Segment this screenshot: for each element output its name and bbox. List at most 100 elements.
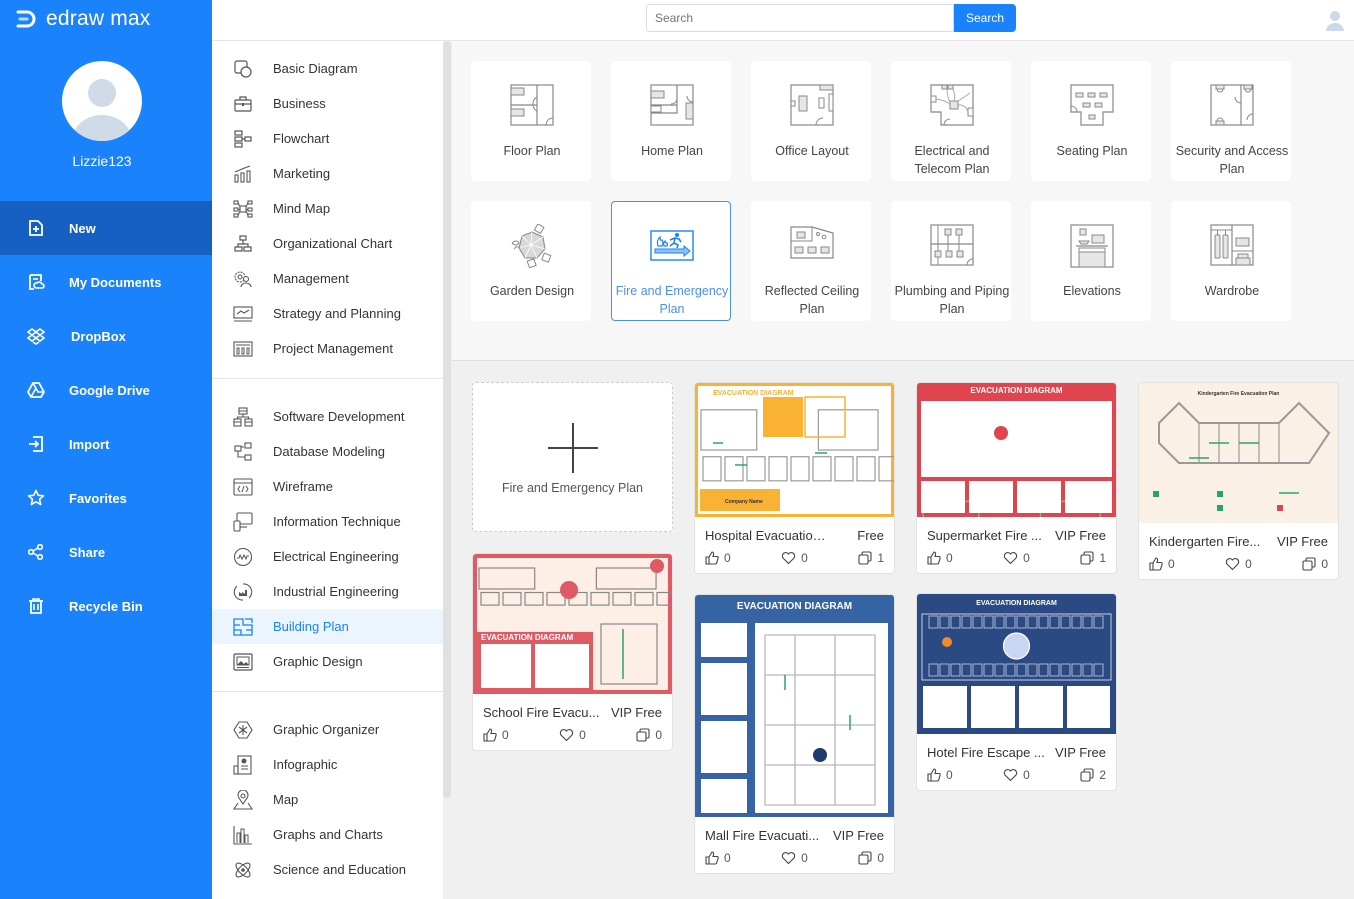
category-organizational-chart[interactable]: Organizational Chart (212, 226, 451, 261)
favorite-button[interactable]: 0 (781, 551, 808, 565)
type-card-security-and-access-plan[interactable]: Security and Access Plan (1171, 61, 1291, 181)
category-building-plan[interactable]: Building Plan (212, 609, 451, 644)
copy-icon (1302, 557, 1316, 571)
user-avatar[interactable] (62, 61, 142, 141)
category-map[interactable]: Map (212, 782, 451, 817)
category-infographic[interactable]: Infographic (212, 747, 451, 782)
category-label: Mind Map (273, 201, 331, 216)
sidebar-item-import[interactable]: Import (0, 417, 212, 471)
type-card-plumbing-and-piping-plan[interactable]: Plumbing and Piping Plan (891, 201, 1011, 321)
search-input[interactable] (646, 4, 954, 32)
category-marketing[interactable]: Marketing (212, 156, 451, 191)
like-button[interactable]: 0 (705, 851, 731, 865)
type-card-garden-design[interactable]: Garden Design (471, 201, 591, 321)
category-basic-diagram[interactable]: Basic Diagram (212, 51, 451, 86)
like-button[interactable]: 0 (1149, 557, 1175, 571)
category-flowchart[interactable]: Flowchart (212, 121, 451, 156)
category-information-technique[interactable]: Information Technique (212, 504, 451, 539)
favorite-button[interactable]: 0 (781, 851, 808, 865)
duplicate-button[interactable]: 1 (858, 551, 884, 565)
favorite-button[interactable]: 0 (1225, 557, 1252, 571)
type-card-home-plan[interactable]: Home Plan (611, 61, 731, 181)
type-card-electrical-and-telecom-plan[interactable]: Electrical and Telecom Plan (891, 61, 1011, 181)
template-card-hotel-fire-escape[interactable]: EVACUATION DIAGRAM Hotel Fire Escape ...… (916, 593, 1117, 791)
type-card-floor-plan[interactable]: Floor Plan (471, 61, 591, 181)
favorite-button[interactable]: 0 (1003, 551, 1030, 565)
category-label: Electrical Engineering (273, 549, 399, 564)
template-thumbnail[interactable]: EVACUATION DIAGRAM Company Name (695, 383, 894, 517)
sidebar-item-new[interactable]: New (0, 201, 212, 255)
category-label: Science and Education (273, 862, 406, 877)
favorite-count: 0 (1023, 551, 1030, 565)
category-strategy-and-planning[interactable]: Strategy and Planning (212, 296, 451, 331)
category-graphs-and-charts[interactable]: Graphs and Charts (212, 817, 451, 852)
category-mind-map[interactable]: Mind Map (212, 191, 451, 226)
template-thumbnail[interactable]: EVACUATION DIAGRAM (695, 595, 894, 817)
sidebar-item-recycle-bin[interactable]: Recycle Bin (0, 579, 212, 633)
like-button[interactable]: 0 (705, 551, 731, 565)
template-card-hospital-evacuation-l[interactable]: EVACUATION DIAGRAM Company Name Hospital… (694, 382, 895, 574)
like-count: 0 (724, 851, 731, 865)
type-card-seating-plan[interactable]: Seating Plan (1031, 61, 1151, 181)
template-thumbnail[interactable]: EVACUATION DIAGRAM (917, 383, 1116, 517)
template-thumbnail[interactable]: EVACUATION DIAGRAM (917, 594, 1116, 734)
category-industrial-engineering[interactable]: Industrial Engineering (212, 574, 451, 609)
copy-icon (1080, 768, 1094, 782)
type-card-label: Home Plan (641, 144, 703, 158)
duplicate-button[interactable]: 0 (858, 851, 884, 865)
like-button[interactable]: 0 (483, 728, 509, 742)
category-scrollbar-thumb[interactable] (443, 41, 451, 798)
search-button[interactable]: Search (954, 4, 1016, 32)
template-card-supermarket-fire[interactable]: EVACUATION DIAGRAM Supermarket Fire ... … (916, 382, 1117, 574)
duplicate-button[interactable]: 0 (1302, 557, 1328, 571)
type-card-fire-and-emergency-plan[interactable]: Fire and Emergency Plan (611, 201, 731, 321)
plus-icon (548, 423, 598, 473)
category-graphic-design[interactable]: Graphic Design (212, 644, 451, 679)
ceiling-plan-icon (790, 226, 834, 259)
sidebar-item-google-drive[interactable]: Google Drive (0, 363, 212, 417)
like-count: 0 (724, 551, 731, 565)
duplicate-button[interactable]: 1 (1080, 551, 1106, 565)
category-project-management[interactable]: Project Management (212, 331, 451, 366)
duplicate-button[interactable]: 0 (636, 728, 662, 742)
category-database-modeling[interactable]: Database Modeling (212, 434, 451, 469)
new-blank-template-card[interactable]: Fire and Emergency Plan (472, 382, 673, 532)
svg-text:EVACUATION DIAGRAM: EVACUATION DIAGRAM (976, 600, 1057, 607)
category-wireframe[interactable]: Wireframe (212, 469, 451, 504)
database-modeling-icon (232, 441, 254, 463)
type-card-office-layout[interactable]: Office Layout (751, 61, 871, 181)
template-thumbnail[interactable]: EVACUATION DIAGRAM (473, 554, 672, 694)
duplicate-button[interactable]: 2 (1080, 768, 1106, 782)
category-software-development[interactable]: Software Development (212, 399, 451, 434)
category-graphic-organizer[interactable]: Graphic Organizer (212, 712, 451, 747)
app-logo[interactable]: edraw max (16, 7, 151, 30)
like-button[interactable]: 0 (927, 551, 953, 565)
favorite-button[interactable]: 0 (559, 728, 586, 742)
sidebar-item-dropbox[interactable]: DropBox (0, 309, 212, 363)
type-card-label: Floor Plan (503, 144, 561, 158)
template-card-mall-fire-evacuati[interactable]: EVACUATION DIAGRAM Mall Fire Evacuati...… (694, 594, 895, 874)
account-avatar-icon[interactable] (1324, 9, 1346, 31)
type-card-reflected-ceiling-plan[interactable]: Reflected Ceiling Plan (751, 201, 871, 321)
category-management[interactable]: Management (212, 261, 451, 296)
template-card-school-fire-evacu[interactable]: EVACUATION DIAGRAM School Fire Evacu... … (472, 553, 673, 751)
edraw-logo-icon (16, 10, 36, 28)
template-thumbnail[interactable]: Kindergarten Fire Evacuation Plan (1139, 383, 1338, 523)
svg-text:EVACUATION DIAGRAM: EVACUATION DIAGRAM (713, 390, 794, 397)
category-science-and-education[interactable]: Science and Education (212, 852, 451, 887)
like-button[interactable]: 0 (927, 768, 953, 782)
category-business[interactable]: Business (212, 86, 451, 121)
category-label: Strategy and Planning (273, 306, 401, 321)
template-card-kindergarten-fire[interactable]: Kindergarten Fire Evacuation Plan Kinder… (1138, 382, 1339, 580)
sidebar-item-favorites[interactable]: Favorites (0, 471, 212, 525)
favorite-button[interactable]: 0 (1003, 768, 1030, 782)
category-label: Wireframe (273, 479, 333, 494)
map-pin-icon (232, 789, 254, 811)
category-electrical-engineering[interactable]: Electrical Engineering (212, 539, 451, 574)
type-card-elevations[interactable]: Elevations (1031, 201, 1151, 321)
type-card-wardrobe[interactable]: Wardrobe (1171, 201, 1291, 321)
sidebar-item-share[interactable]: Share (0, 525, 212, 579)
category-label: Infographic (273, 757, 338, 772)
category-label: Industrial Engineering (273, 584, 399, 599)
sidebar-item-my-documents[interactable]: My Documents (0, 255, 212, 309)
